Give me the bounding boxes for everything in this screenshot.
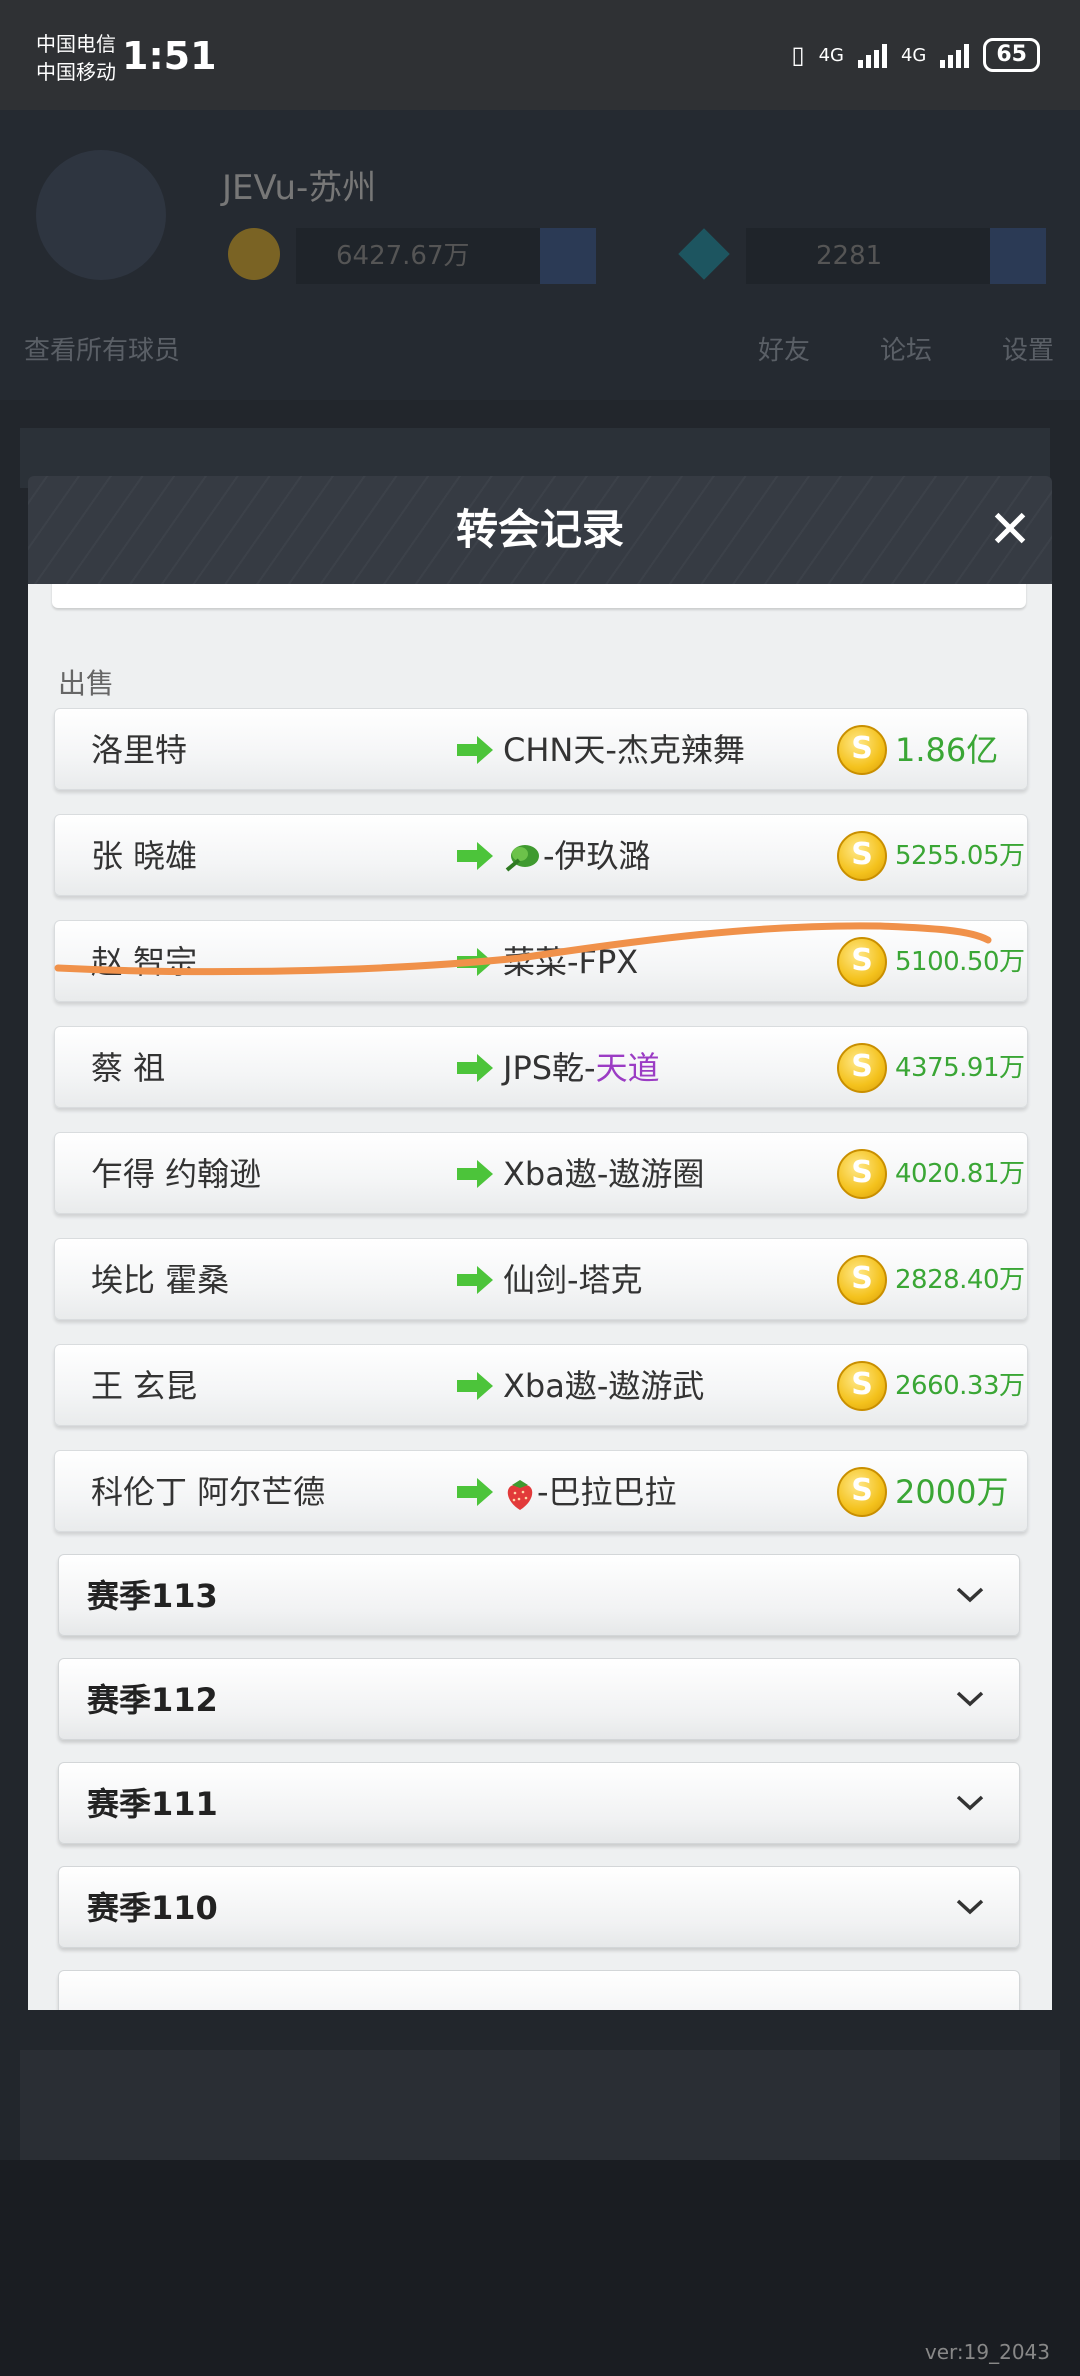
- transfer-row[interactable]: 埃比 霍桑 仙剑-塔克 S 2828.40万: [54, 1238, 1028, 1320]
- arrow-right-icon: [457, 1372, 493, 1400]
- bg-header: JEVu-苏州 6427.67万 2281 查看所有球员 好友 论坛 设置: [0, 110, 1080, 400]
- battery-icon: 65: [983, 38, 1040, 72]
- arrow-right-icon: [457, 948, 493, 976]
- arrow-right-icon: [457, 842, 493, 870]
- season-accordion-110[interactable]: 赛季110: [58, 1866, 1020, 1948]
- status-icons: ▯ 4G 4G 65: [791, 38, 1040, 72]
- arrow-right-icon: [457, 1160, 493, 1188]
- network-4g-2: 4G: [900, 44, 927, 66]
- chevron-down-icon: [956, 1899, 984, 1915]
- bg-nav-friends: 好友: [757, 336, 810, 366]
- arrow-right-icon: [457, 1266, 493, 1294]
- version-label: ver:19_2043: [924, 2340, 1050, 2364]
- player-name: 赵 智宗: [91, 943, 198, 981]
- team-name: 仙剑-塔克: [503, 1261, 643, 1299]
- coin-icon: S: [837, 725, 887, 775]
- avatar: [36, 150, 166, 280]
- price: 2660.33万: [895, 1371, 1025, 1401]
- team-name: Xba遨-遨游圈: [503, 1155, 705, 1193]
- season-accordion-next[interactable]: [58, 1970, 1020, 2010]
- player-name: 埃比 霍桑: [91, 1261, 230, 1299]
- player-name: 王 玄昆: [91, 1367, 198, 1405]
- team-name: -巴拉巴拉: [503, 1451, 677, 1533]
- transfer-record-modal: 转会记录 ✕ 出售 洛里特 CHN天-杰克辣舞 S 1.86亿 张 晓雄 -伊玖…: [28, 476, 1052, 2010]
- team-name: CHN天-杰克辣舞: [503, 731, 745, 769]
- season-label: 赛季112: [87, 1681, 218, 1719]
- coin-icon: S: [837, 1467, 887, 1517]
- chevron-down-icon: [956, 1795, 984, 1811]
- price: 5100.50万: [895, 947, 1025, 977]
- price: 4020.81万: [895, 1159, 1025, 1189]
- season-accordion-112[interactable]: 赛季112: [58, 1658, 1020, 1740]
- bg-nav-players: 查看所有球员: [24, 336, 181, 366]
- strawberry-icon: [507, 1480, 533, 1510]
- carrier-2: 中国移动: [36, 60, 116, 84]
- clock: 1:51: [122, 34, 217, 78]
- carrier-1: 中国电信: [36, 32, 116, 56]
- bg-nav: 查看所有球员 好友 论坛 设置: [24, 330, 1054, 367]
- price: 2000万: [895, 1473, 1009, 1511]
- close-button[interactable]: ✕: [982, 502, 1038, 558]
- bg-username: JEVu-苏州: [222, 168, 377, 208]
- carrier-info: 中国电信 中国移动: [36, 30, 116, 86]
- bg-add-gems-button: [990, 228, 1046, 284]
- team-name: 菜菜-FPX: [503, 943, 639, 981]
- price: 1.86亿: [895, 731, 999, 769]
- player-name: 乍得 约翰逊: [91, 1155, 262, 1193]
- season-label: 赛季113: [87, 1577, 218, 1615]
- signal-icon: [857, 42, 887, 68]
- bg-add-coins-button: [540, 228, 596, 284]
- arrow-right-icon: [457, 736, 493, 764]
- transfer-row[interactable]: 科伦丁 阿尔芒德 -巴拉巴拉 S 2000万: [54, 1450, 1028, 1532]
- bg-gems-value: 2281: [746, 228, 996, 284]
- arrow-right-icon: [457, 1054, 493, 1082]
- team-name: -伊玖潞: [503, 815, 651, 897]
- season-accordion-113[interactable]: 赛季113: [58, 1554, 1020, 1636]
- transfer-row[interactable]: 乍得 约翰逊 Xba遨-遨游圈 S 4020.81万: [54, 1132, 1028, 1214]
- transfer-row[interactable]: 蔡 祖 JPS乾-天道 S 4375.91万: [54, 1026, 1028, 1108]
- player-name: 科伦丁 阿尔芒德: [91, 1473, 326, 1511]
- modal-body[interactable]: 出售 洛里特 CHN天-杰克辣舞 S 1.86亿 张 晓雄 -伊玖潞 S 525…: [28, 584, 1052, 2010]
- bg-bottom-bar: [0, 2160, 1080, 2376]
- chevron-down-icon: [956, 1587, 984, 1603]
- coin-icon: S: [837, 831, 887, 881]
- player-name: 洛里特: [91, 731, 188, 769]
- network-4g-1: 4G: [818, 44, 844, 66]
- section-label-sold: 出售: [58, 667, 115, 700]
- vibrate-icon: ▯: [791, 41, 805, 69]
- coin-icon: S: [837, 1149, 887, 1199]
- vegetable-icon: [505, 845, 539, 872]
- transfer-row[interactable]: 洛里特 CHN天-杰克辣舞 S 1.86亿: [54, 708, 1028, 790]
- price: 2828.40万: [895, 1265, 1025, 1295]
- transfer-row[interactable]: 张 晓雄 -伊玖潞 S 5255.05万: [54, 814, 1028, 896]
- transfer-row[interactable]: 王 玄昆 Xba遨-遨游武 S 2660.33万: [54, 1344, 1028, 1426]
- arrow-right-icon: [457, 1478, 493, 1506]
- bg-coin-icon: [228, 228, 280, 280]
- season-label: 赛季111: [87, 1785, 218, 1823]
- price: 5255.05万: [895, 841, 1025, 871]
- team-name: Xba遨-遨游武: [503, 1367, 705, 1405]
- bg-nav-settings: 设置: [1001, 336, 1054, 366]
- coin-icon: S: [837, 1361, 887, 1411]
- coin-icon: S: [837, 1255, 887, 1305]
- season-accordion-111[interactable]: 赛季111: [58, 1762, 1020, 1844]
- team-name: JPS乾-天道: [503, 1049, 660, 1087]
- player-name: 蔡 祖: [91, 1049, 166, 1087]
- bg-gem-icon: [678, 228, 730, 280]
- status-bar: 中国电信 中国移动 1:51 ▯ 4G 4G 65: [0, 0, 1080, 110]
- coin-icon: S: [837, 1043, 887, 1093]
- signal-icon-2: [940, 42, 970, 68]
- transfer-row[interactable]: 赵 智宗 菜菜-FPX S 5100.50万: [54, 920, 1028, 1002]
- previous-card-edge: [52, 584, 1026, 608]
- bg-coins-value: 6427.67万: [296, 228, 576, 284]
- coin-icon: S: [837, 937, 887, 987]
- bg-nav-forum: 论坛: [879, 336, 932, 366]
- modal-title: 转会记录: [455, 505, 624, 554]
- chevron-down-icon: [956, 1691, 984, 1707]
- player-name: 张 晓雄: [91, 837, 198, 875]
- price: 4375.91万: [895, 1053, 1025, 1083]
- season-label: 赛季110: [87, 1889, 218, 1927]
